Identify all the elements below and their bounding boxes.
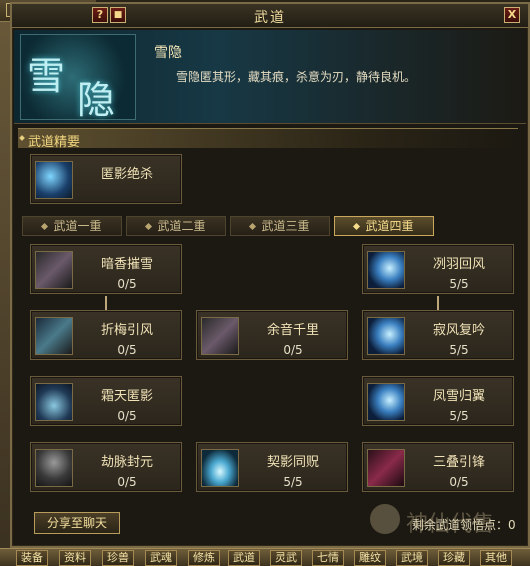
hooded-figure-icon [35, 449, 73, 487]
skill-card-level: 5/5 [283, 475, 303, 489]
skill-card-level: 5/5 [449, 409, 469, 423]
skill-card-name: 寂风复吟 [432, 323, 485, 338]
skill-card[interactable]: 寂风复吟 5/5 [362, 310, 514, 360]
skill-name: 雪隐 [154, 45, 182, 61]
skill-card-name: 冽羽回风 [432, 257, 485, 272]
tab-tier-1[interactable]: 武道一重 [22, 216, 122, 236]
skill-card-level: 0/5 [117, 409, 137, 423]
skill-card[interactable]: 余音千里 0/5 [196, 310, 348, 360]
menu-martial-realm[interactable]: 武境 [396, 550, 428, 566]
wudao-window: ? ■ 武道 X 雪 隐 雪隐 雪隐匿其形，藏其痕，杀意为刃，静待良机。 武道精… [10, 2, 530, 548]
skill-card[interactable]: 暗香摧雪 0/5 [30, 244, 182, 294]
tree-connector [105, 296, 107, 310]
skill-card[interactable]: 霜天匿影 0/5 [30, 376, 182, 426]
blade-icon [201, 317, 239, 355]
share-to-chat-button[interactable]: 分享至聊天 [34, 512, 120, 534]
skill-card[interactable]: 契影同贶 5/5 [196, 442, 348, 492]
skill-card-name: 匿影绝杀 [100, 167, 153, 182]
moon-wind-icon [367, 251, 405, 289]
tab-tier-3[interactable]: 武道三重 [230, 216, 330, 236]
diamond-icon [41, 222, 49, 231]
skill-card-name: 霜天匿影 [100, 389, 153, 404]
moon-wind-icon [367, 383, 405, 421]
emblem-char: 雪 [27, 54, 66, 98]
frost-icon [35, 383, 73, 421]
red-blade-icon [367, 449, 405, 487]
skill-description: 雪隐匿其形，藏其痕，杀意为刃，静待良机。 [176, 70, 417, 84]
skill-header: 雪 隐 雪隐 雪隐匿其形，藏其痕，杀意为刃，静待良机。 [14, 30, 526, 124]
skill-card[interactable]: 冽羽回风 5/5 [362, 244, 514, 294]
section-title: 武道精要 [28, 135, 81, 150]
skill-card[interactable]: 折梅引风 0/5 [30, 310, 182, 360]
ice-blade-icon [35, 161, 73, 199]
title-bar[interactable]: ? ■ 武道 X [12, 4, 528, 28]
window-title: 武道 [254, 10, 286, 26]
menu-other[interactable]: 其他 [480, 550, 512, 566]
skill-card-name: 余音千里 [266, 323, 319, 338]
skill-card-level: 0/5 [117, 277, 137, 291]
menu-training[interactable]: 修炼 [188, 550, 220, 566]
diamond-icon [353, 222, 361, 231]
tier-tabs: 武道一重 武道二重 武道三重 武道四重 [22, 216, 442, 236]
tab-tier-4[interactable]: 武道四重 [334, 216, 434, 236]
skill-card-level: 5/5 [449, 277, 469, 291]
moon-wind-icon [367, 317, 405, 355]
skill-card-name: 折梅引风 [100, 323, 153, 338]
skill-card-name: 劫脉封元 [100, 455, 153, 470]
watermark-logo: 神仙代售 [370, 500, 520, 544]
essence-section-header: 武道精要 [18, 128, 518, 150]
tab-tier-2[interactable]: 武道二重 [126, 216, 226, 236]
menu-engraving[interactable]: 雕纹 [354, 550, 386, 566]
menu-martial-soul[interactable]: 武魂 [145, 550, 177, 566]
skill-card[interactable]: 劫脉封元 0/5 [30, 442, 182, 492]
menu-pets[interactable]: 珍兽 [102, 550, 134, 566]
watermark-text: 神仙代售 [406, 512, 495, 537]
menu-spirit-weapon[interactable]: 灵武 [270, 550, 302, 566]
whirlwind-icon [201, 449, 239, 487]
menu-wudao[interactable]: 武道 [228, 550, 260, 566]
essence-skill-card[interactable]: 匿影绝杀 [30, 154, 182, 204]
skill-card-name: 三叠引锋 [432, 455, 485, 470]
diamond-icon [249, 222, 257, 231]
skill-card-name: 契影同贶 [266, 455, 319, 470]
menu-profile[interactable]: 资料 [59, 550, 91, 566]
close-button[interactable]: X [504, 7, 520, 23]
skill-card-level: 0/5 [449, 475, 469, 489]
menu-collection[interactable]: 珍藏 [438, 550, 470, 566]
bottom-menu-bar: 装备 资料 珍兽 武魂 修炼 武道 灵武 七情 雕纹 武境 珍藏 其他 [0, 548, 530, 566]
skill-card-level: 0/5 [117, 475, 137, 489]
tree-connector [437, 296, 439, 310]
skill-card[interactable]: 三叠引锋 0/5 [362, 442, 514, 492]
skill-card-level: 5/5 [449, 343, 469, 357]
menu-equipment[interactable]: 装备 [16, 550, 48, 566]
diamond-icon [19, 135, 25, 141]
skill-card[interactable]: 凤雪归翼 5/5 [362, 376, 514, 426]
blade-icon [35, 317, 73, 355]
mascot-icon [370, 504, 400, 534]
menu-emotions[interactable]: 七情 [312, 550, 344, 566]
skill-card-name: 暗香摧雪 [100, 257, 153, 272]
skill-card-level: 0/5 [283, 343, 303, 357]
blade-icon [35, 251, 73, 289]
diamond-icon [145, 222, 153, 231]
skill-card-name: 凤雪归翼 [432, 389, 485, 404]
emblem-char: 隐 [77, 78, 116, 122]
skill-emblem: 雪 隐 [20, 34, 136, 122]
skill-card-level: 0/5 [117, 343, 137, 357]
